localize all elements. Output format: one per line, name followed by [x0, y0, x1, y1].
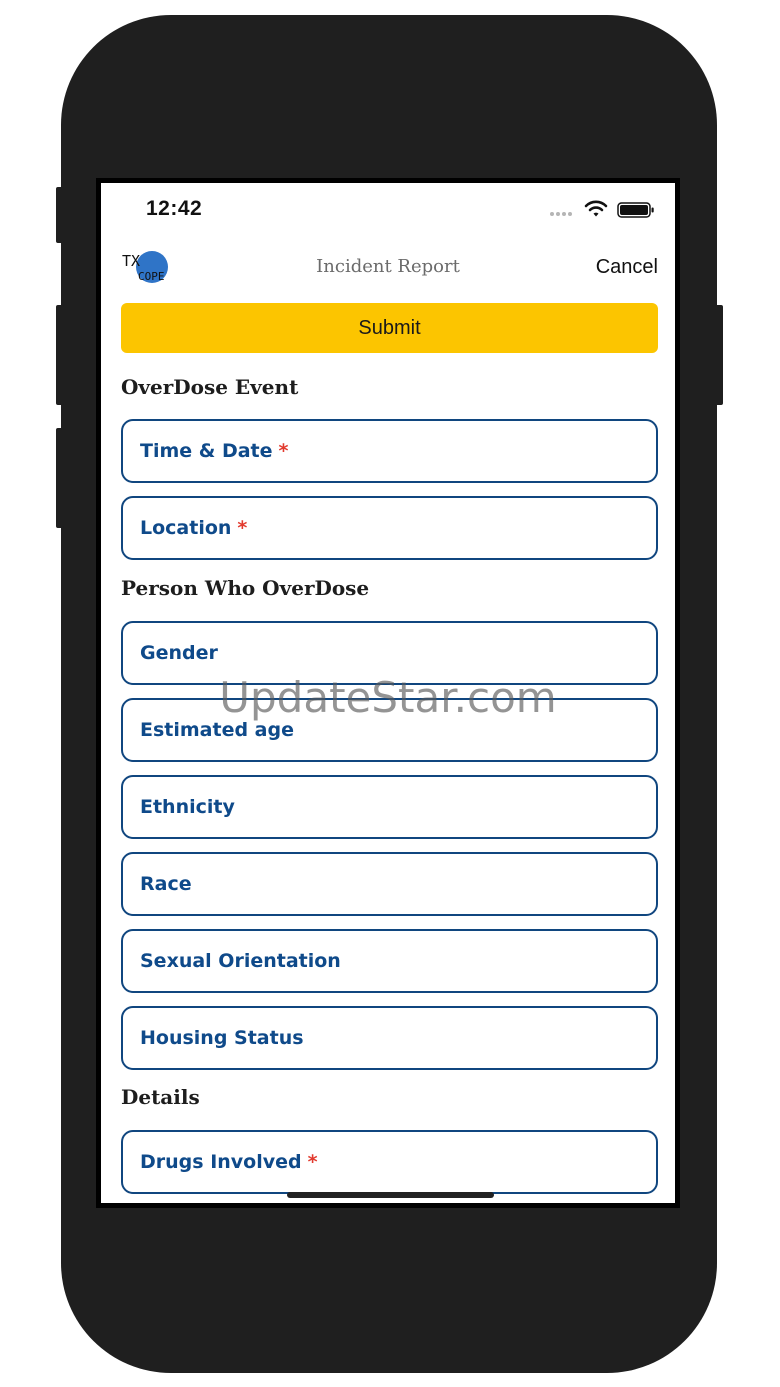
gender-field[interactable]: Gender	[121, 621, 658, 685]
home-indicator[interactable]	[287, 1192, 494, 1198]
section-heading-overdose-event: OverDose Event	[121, 375, 299, 399]
volume-up-button	[56, 305, 64, 405]
sexual-orientation-label: Sexual Orientation	[140, 950, 341, 972]
race-field[interactable]: Race	[121, 852, 658, 916]
housing-status-label: Housing Status	[140, 1027, 304, 1049]
drugs-involved-label: Drugs Involved	[140, 1151, 302, 1173]
time-date-field[interactable]: Time & Date *	[121, 419, 658, 483]
housing-status-field[interactable]: Housing Status	[121, 1006, 658, 1070]
wifi-icon	[584, 200, 608, 217]
required-marker: *	[278, 440, 289, 462]
sexual-orientation-field[interactable]: Sexual Orientation	[121, 929, 658, 993]
drugs-involved-field[interactable]: Drugs Involved *	[121, 1130, 658, 1194]
race-label: Race	[140, 873, 192, 895]
app-screen: 12:42 TX COPE Incident Report Cancel Sub…	[101, 183, 675, 1203]
cancel-button[interactable]: Cancel	[596, 256, 658, 279]
required-marker: *	[307, 1151, 318, 1173]
power-button	[715, 305, 723, 405]
section-heading-details: Details	[121, 1085, 200, 1109]
section-heading-person: Person Who OverDose	[121, 576, 370, 600]
volume-down-button	[56, 428, 64, 528]
time-date-label: Time & Date	[140, 440, 273, 462]
estimated-age-label: Estimated age	[140, 719, 294, 741]
estimated-age-field[interactable]: Estimated age	[121, 698, 658, 762]
location-field[interactable]: Location *	[121, 496, 658, 560]
ethnicity-field[interactable]: Ethnicity	[121, 775, 658, 839]
status-time: 12:42	[146, 197, 203, 220]
battery-icon	[617, 202, 654, 218]
ethnicity-label: Ethnicity	[140, 796, 235, 818]
required-marker: *	[237, 517, 248, 539]
submit-button[interactable]: Submit	[121, 303, 658, 353]
mute-switch	[56, 187, 64, 243]
page-title: Incident Report	[316, 256, 460, 277]
location-label: Location	[140, 517, 232, 539]
gender-label: Gender	[140, 642, 218, 664]
signal-icon	[550, 212, 572, 216]
